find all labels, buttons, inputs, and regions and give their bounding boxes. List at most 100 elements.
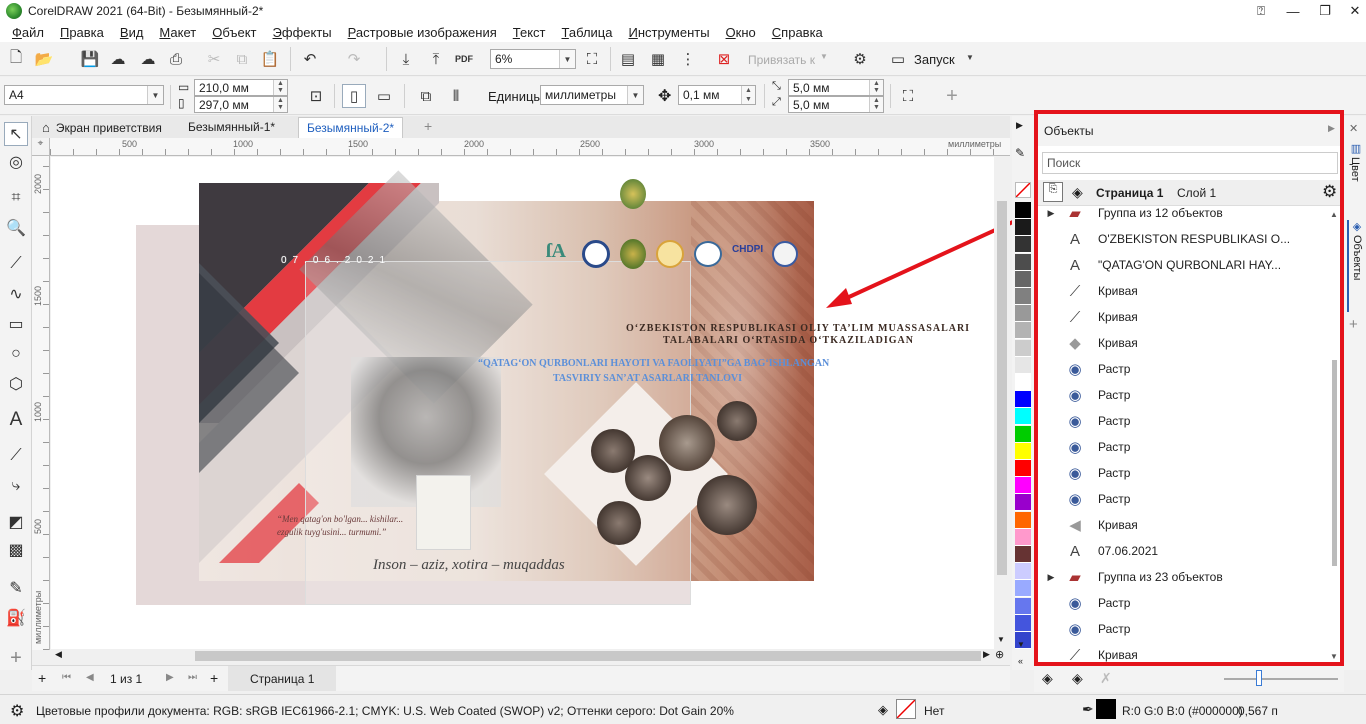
object-list-item[interactable]: ◉ Растр [1038,486,1332,512]
cloud-upload-icon[interactable]: ☁ [136,47,160,71]
menu-tools[interactable]: Инструменты [620,25,717,40]
all-pages-icon[interactable]: ⧉ [414,84,438,108]
menu-edit[interactable]: Правка [52,25,112,40]
chevron-right-icon[interactable]: ▶ [983,649,990,660]
object-list-item[interactable]: A 07.06.2021 [1038,538,1332,564]
poster-heading-line1[interactable]: O‘ZBEKISTON RESPUBLIKASI OLIY TA’LIM MUA… [626,323,970,334]
nudge-distance-field[interactable]: 0,1 мм ▲ ▼ [678,85,756,105]
ruler-origin-icon[interactable]: ⌖ [32,138,50,156]
color-swatch[interactable] [1015,580,1031,598]
object-list-item[interactable]: A O'ZBEKISTON RESPUBLIKASI O... [1038,226,1332,252]
add-page-icon[interactable]: + [38,670,46,686]
transparency-tool-icon[interactable]: ▩ [4,538,28,562]
page-orientation-icon[interactable]: ⊡ [304,84,328,108]
menu-table[interactable]: Таблица [554,25,621,40]
object-list-item[interactable]: ⟋ Кривая [1038,642,1332,663]
fill-none-swatch[interactable] [896,699,916,719]
poster-title-line2[interactable]: TASVIRIY SAN’AT ASARLARI TANLOVI [553,373,742,384]
color-swatch[interactable] [1015,288,1031,305]
ellipse-tool-icon[interactable]: ○ [4,342,28,366]
color-swatch[interactable] [1015,305,1031,323]
object-list-item[interactable]: ◉ Растр [1038,356,1332,382]
eyedropper-tool-icon[interactable]: ✎ [4,576,28,600]
menu-effects[interactable]: Эффекты [265,25,340,40]
import-icon[interactable]: ⤓ [394,47,418,71]
color-swatch[interactable] [1015,202,1031,219]
add-icon[interactable]: + [940,84,964,108]
paste-icon[interactable]: 📋 [258,47,282,71]
page-size-combo[interactable]: A4 ▼ [4,85,164,105]
drop-shadow-icon[interactable]: ◩ [4,510,28,534]
docker-collapse-icon[interactable]: ▶ [1328,123,1335,134]
expand-arrow-icon[interactable]: ▶ [1038,208,1064,219]
restore-button[interactable]: ❐ [1310,0,1340,22]
page-frame-icon[interactable]: ⛶ [896,84,920,108]
open-folder-icon[interactable]: 📂 [32,47,56,71]
duplicate-x-field[interactable]: 5,0 мм ▲ ▼ [788,79,884,96]
object-list-item[interactable]: ▶ ▰ Группа из 23 объектов [1038,564,1332,590]
menu-help[interactable]: Справка [764,25,831,40]
close-docker-icon[interactable]: ✕ [1349,122,1358,135]
tab-objects[interactable]: ◈ Объекты [1347,220,1365,312]
color-swatch[interactable] [1015,339,1031,357]
docker-settings-gear-icon[interactable]: ⚙ [1322,182,1337,202]
poster-quote-text[interactable]: “Men qatag'on bo'lgan... kishilar... ezg… [277,513,417,539]
pick-tool-icon[interactable]: ↖ [4,122,28,146]
color-swatch[interactable] [1015,511,1031,529]
tab-welcome-screen[interactable]: ⌂ Экран приветствия [34,117,170,138]
color-swatch[interactable] [1015,597,1031,615]
portrait-circle[interactable] [697,475,757,535]
object-list-item[interactable]: ⟋ Кривая [1038,304,1332,330]
cut-icon[interactable]: ✂ [202,47,226,71]
no-color-swatch[interactable] [1015,182,1031,198]
object-list-item[interactable]: A "QATAG'ON QURBONLARI HAY... [1038,252,1332,278]
color-swatch[interactable] [1015,494,1031,512]
options-gear-icon[interactable]: ⚙ [848,47,872,71]
spinner-icon[interactable]: ▲ ▼ [273,80,287,95]
polygon-tool-icon[interactable]: ⬡ [4,372,28,396]
tab-document-2[interactable]: Безымянный-2* [298,117,404,138]
show-rulers-icon[interactable]: ▤ [616,47,640,71]
new-page-icon[interactable]: ⎘ [1043,182,1063,202]
thumbnail-size-slider[interactable] [1224,678,1338,680]
delete-layer-icon[interactable]: ✗ [1100,670,1112,687]
color-swatch[interactable] [1015,546,1031,563]
artistic-media-icon[interactable]: ∿ [4,282,28,306]
horizontal-ruler[interactable]: 500 1000 1500 2000 2500 3000 3500 миллим… [50,138,1010,156]
object-list-item[interactable]: ◉ Растр [1038,616,1332,642]
portrait-icon[interactable]: ▯ [342,84,366,108]
object-list-item[interactable]: ◆ Кривая [1038,330,1332,356]
page-tab[interactable]: Страница 1 [228,666,337,691]
color-swatch[interactable] [1015,425,1031,443]
page-width-field[interactable]: 210,0 мм ▲ ▼ [194,79,288,96]
color-profile-gear-icon[interactable]: ⚙ [10,701,24,721]
add-page-end-icon[interactable]: + [210,670,218,686]
rectangle-tool-icon[interactable]: ▭ [4,312,28,336]
object-list-item[interactable]: ◉ Растр [1038,590,1332,616]
menu-object[interactable]: Объект [204,25,264,40]
list-scrollbar-thumb[interactable] [1332,360,1337,566]
show-grid-icon[interactable]: ▦ [646,47,670,71]
next-page-icon[interactable]: ▶ [166,672,174,683]
spinner-icon[interactable]: ▲ ▼ [869,97,883,112]
spinner-icon[interactable]: ▲ ▼ [741,86,755,104]
scrollbar-thumb[interactable] [195,651,981,661]
object-list-item[interactable]: ◀ Кривая [1038,512,1332,538]
menu-file[interactable]: Файл [4,25,52,40]
save-icon[interactable]: 💾 [78,47,102,71]
portrait-circle[interactable] [659,415,715,471]
color-swatch[interactable] [1015,270,1031,288]
launch-dropdown[interactable]: Запуск [914,52,955,67]
color-swatch[interactable] [1015,236,1031,254]
previous-page-icon[interactable]: ◀ [86,672,94,683]
menu-text[interactable]: Текст [505,25,554,40]
color-swatch[interactable] [1015,219,1031,237]
object-list-item[interactable]: ◉ Растр [1038,434,1332,460]
show-guidelines-icon[interactable]: ⋮ [676,47,700,71]
new-document-icon[interactable]: 🗋 [4,47,28,71]
list-scroll-down-icon[interactable]: ▼ [1330,652,1338,661]
objects-search-input[interactable]: Поиск [1042,152,1338,174]
color-swatch[interactable] [1015,391,1031,409]
color-swatch[interactable] [1015,528,1031,546]
user-account-icon[interactable]: ⍰ [1246,0,1276,22]
